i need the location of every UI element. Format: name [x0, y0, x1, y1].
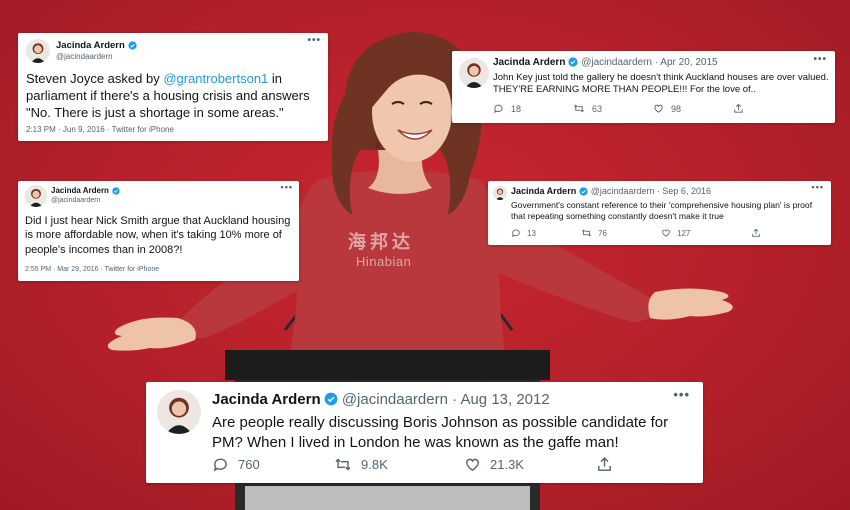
watermark-cn: 海邦达: [348, 232, 414, 252]
share-button[interactable]: [751, 228, 761, 238]
tweet-text: Government's constant reference to their…: [511, 200, 813, 222]
tweet-date[interactable]: · Aug 13, 2012: [452, 391, 550, 408]
reply-button[interactable]: 13: [511, 228, 581, 238]
like-button[interactable]: 98: [653, 103, 733, 114]
retweet-button[interactable]: 76: [581, 228, 661, 238]
tweet-actions: 13 76 127: [511, 228, 761, 238]
tweet-timestamp[interactable]: 2:55 PM · Mar 29, 2016 · Twitter for iPh…: [25, 266, 159, 273]
tweet-text: Steven Joyce asked by @grantrobertson1 i…: [26, 71, 322, 122]
tweet-actions: 760 9.8K 21.3K: [212, 456, 613, 473]
author-name[interactable]: Jacinda Ardern: [212, 391, 321, 408]
reply-count: 760: [238, 457, 260, 472]
more-options-icon[interactable]: •••: [813, 54, 827, 65]
tweet-header: Jacinda Ardern @jacindaardern · Sep 6, 2…: [511, 186, 711, 196]
author-name[interactable]: Jacinda Ardern: [511, 186, 576, 196]
tweet-header: Jacinda Ardern @jacindaardern · Aug 13, …: [212, 391, 550, 408]
author-handle[interactable]: @jacindaardern: [342, 391, 448, 408]
avatar[interactable]: [26, 39, 50, 63]
author-handle[interactable]: @jacindaardern: [56, 52, 113, 61]
earring: [375, 142, 381, 148]
retweet-count: 63: [592, 103, 603, 114]
avatar[interactable]: [25, 185, 47, 207]
tweet-header: Jacinda Ardern @jacindaardern · Apr 20, …: [493, 57, 718, 68]
heart-icon: [662, 229, 670, 237]
retweet-button[interactable]: 63: [573, 103, 653, 114]
reply-icon: [213, 458, 227, 472]
author-handle[interactable]: @jacindaardern: [581, 57, 652, 68]
tweet-actions: 18 63 98: [493, 103, 744, 114]
share-icon: [598, 457, 611, 471]
retweet-icon: [582, 229, 591, 237]
avatar[interactable]: [459, 58, 489, 88]
verified-badge-icon: [579, 187, 588, 196]
retweet-count: 9.8K: [361, 457, 388, 472]
share-button[interactable]: [733, 103, 744, 114]
verified-badge-icon: [324, 392, 338, 406]
avatar[interactable]: [493, 186, 507, 200]
verified-badge-icon: [568, 57, 579, 67]
retweet-button[interactable]: 9.8K: [334, 456, 464, 473]
share-button[interactable]: [596, 456, 613, 473]
retweet-icon: [574, 104, 584, 113]
heart-icon: [466, 458, 479, 472]
author-handle[interactable]: @jacindaardern: [51, 197, 101, 204]
author-name[interactable]: Jacinda Ardern: [51, 186, 120, 195]
watermark: 海邦达 Hinabian: [348, 228, 414, 269]
author-name-text: Jacinda Ardern: [51, 186, 109, 195]
author-name-text: Jacinda Ardern: [56, 40, 125, 51]
tweet-text: Are people really discussing Boris Johns…: [212, 414, 669, 451]
like-button[interactable]: 127: [661, 228, 751, 238]
tweet-text-part: Steven Joyce asked by: [26, 71, 164, 86]
tweet-text: Did I just hear Nick Smith argue that Au…: [25, 215, 291, 256]
reply-button[interactable]: 18: [493, 103, 573, 114]
tweet-card[interactable]: Jacinda Ardern @jacindaardern · Sep 6, 2…: [488, 181, 831, 245]
share-icon: [734, 103, 743, 113]
reply-icon: [511, 229, 520, 238]
tweet-card[interactable]: Jacinda Ardern @jacindaardern · Apr 20, …: [452, 51, 835, 123]
author-name[interactable]: Jacinda Ardern: [493, 57, 565, 68]
reply-count: 13: [527, 228, 536, 238]
avatar[interactable]: [157, 390, 201, 434]
tweet-card[interactable]: Jacinda Ardern @jacindaardern ••• Steven…: [18, 33, 328, 141]
watermark-en: Hinabian: [356, 254, 412, 269]
like-count: 98: [671, 103, 682, 114]
more-options-icon[interactable]: •••: [812, 182, 824, 192]
like-count: 21.3K: [490, 457, 524, 472]
like-count: 127: [677, 228, 691, 238]
verified-badge-icon: [112, 187, 120, 195]
tweet-text: John Key just told the gallery he doesn'…: [493, 72, 829, 96]
more-options-icon[interactable]: •••: [673, 387, 690, 402]
tweet-card[interactable]: Jacinda Ardern @jacindaardern ••• Did I …: [18, 181, 299, 281]
reply-button[interactable]: 760: [212, 456, 334, 473]
retweet-icon: [335, 458, 351, 471]
verified-badge-icon: [128, 41, 137, 50]
more-options-icon[interactable]: •••: [281, 182, 293, 192]
collage: 海邦达 Hinabian Jacinda Ardern @jacindaarde…: [0, 0, 850, 510]
like-button[interactable]: 21.3K: [464, 456, 596, 473]
heart-icon: [654, 104, 663, 113]
mention-link[interactable]: @grantrobertson1: [163, 71, 268, 86]
more-options-icon[interactable]: •••: [307, 35, 321, 46]
tweet-date[interactable]: · Sep 6, 2016: [657, 186, 711, 196]
share-icon: [752, 228, 760, 237]
author-name[interactable]: Jacinda Ardern: [56, 40, 137, 51]
author-handle[interactable]: @jacindaardern: [591, 186, 655, 196]
tweet-timestamp[interactable]: 2:13 PM · Jun 9, 2016 · Twitter for iPho…: [26, 125, 174, 134]
reply-count: 18: [511, 103, 522, 114]
tweet-date[interactable]: · Apr 20, 2015: [655, 57, 718, 68]
retweet-count: 76: [598, 228, 607, 238]
reply-icon: [494, 104, 503, 114]
tweet-card[interactable]: Jacinda Ardern @jacindaardern · Aug 13, …: [146, 382, 703, 483]
